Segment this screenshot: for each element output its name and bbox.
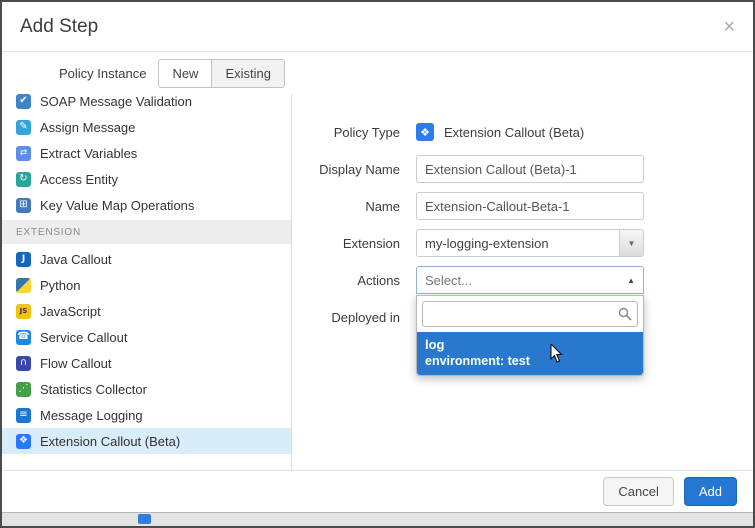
extension-section-header: EXTENSION — [2, 220, 291, 244]
extension-callout-beta-icon: ❖ — [416, 123, 434, 141]
list-item-extension-callout-beta[interactable]: ❖ Extension Callout (Beta) — [2, 428, 291, 454]
modal-footer: Cancel Add — [2, 470, 753, 512]
mouse-cursor-icon — [550, 344, 564, 364]
statistics-collector-icon: ⋰ — [16, 382, 31, 397]
policy-form-panel: Policy Type ❖ Extension Callout (Beta) D… — [292, 94, 753, 470]
background-page-strip — [2, 513, 753, 526]
actions-option-name: log — [425, 337, 635, 352]
policy-list: ✔ SOAP Message Validation ✎ Assign Messa… — [2, 94, 291, 454]
list-item-extract-variables[interactable]: ⇄ Extract Variables — [2, 140, 291, 166]
display-name-row: Display Name — [292, 155, 753, 183]
screenshot-frame: Add Step × Policy Instance New Existing … — [0, 0, 755, 528]
chevron-up-icon: ▲ — [627, 276, 635, 285]
list-item-label: Assign Message — [40, 120, 135, 135]
search-icon — [618, 307, 632, 321]
list-item-service-callout[interactable]: ☎ Service Callout — [2, 324, 291, 350]
list-item-label: JavaScript — [40, 304, 101, 319]
list-item-assign-message[interactable]: ✎ Assign Message — [2, 114, 291, 140]
list-item-java-callout[interactable]: J Java Callout — [2, 246, 291, 272]
list-item-statistics-collector[interactable]: ⋰ Statistics Collector — [2, 376, 291, 402]
list-item-flow-callout[interactable]: ∩ Flow Callout — [2, 350, 291, 376]
add-step-modal: Add Step × Policy Instance New Existing … — [2, 2, 753, 513]
message-logging-icon: ≡ — [16, 408, 31, 423]
policy-type-row: Policy Type ❖ Extension Callout (Beta) — [292, 118, 753, 146]
tab-new[interactable]: New — [159, 60, 211, 87]
list-item-label: Extract Variables — [40, 146, 137, 161]
name-row: Name — [292, 192, 753, 220]
actions-option-log[interactable]: log environment: test — [417, 332, 643, 375]
display-name-label: Display Name — [292, 162, 400, 177]
flow-callout-icon: ∩ — [16, 356, 31, 371]
extension-select-value: my-logging-extension — [417, 236, 619, 251]
extension-callout-icon: ❖ — [16, 434, 31, 449]
list-item-label: Flow Callout — [40, 356, 112, 371]
list-item-message-logging[interactable]: ≡ Message Logging — [2, 402, 291, 428]
list-item-access-entity[interactable]: ↻ Access Entity — [2, 166, 291, 192]
close-icon[interactable]: × — [723, 17, 735, 37]
extract-variables-icon: ⇄ — [16, 146, 31, 161]
list-item-label: Python — [40, 278, 80, 293]
list-item-python[interactable]: Python — [2, 272, 291, 298]
background-policy-icon — [138, 514, 151, 524]
actions-select[interactable]: Select... ▲ — [416, 266, 644, 294]
extension-row: Extension my-logging-extension ▼ — [292, 229, 753, 257]
policy-type-value-wrap: ❖ Extension Callout (Beta) — [416, 123, 584, 141]
service-callout-icon: ☎ — [16, 330, 31, 345]
list-item-label: Service Callout — [40, 330, 127, 345]
list-item-label: SOAP Message Validation — [40, 94, 192, 109]
actions-search-input[interactable] — [422, 301, 638, 327]
actions-dropdown: log environment: test — [416, 295, 644, 376]
java-callout-icon: J — [16, 252, 31, 267]
actions-option-detail: environment: test — [425, 354, 635, 368]
policy-list-panel: ✔ SOAP Message Validation ✎ Assign Messa… — [2, 94, 292, 470]
modal-body: ✔ SOAP Message Validation ✎ Assign Messa… — [2, 94, 753, 470]
list-item-label: Extension Callout (Beta) — [40, 434, 180, 449]
actions-label: Actions — [292, 273, 400, 288]
list-item-key-value-map-operations[interactable]: ⊞ Key Value Map Operations — [2, 192, 291, 218]
cancel-button[interactable]: Cancel — [603, 477, 673, 506]
name-label: Name — [292, 199, 400, 214]
policy-instance-toggle: New Existing — [158, 59, 285, 88]
actions-row: Actions Select... ▲ — [292, 266, 753, 294]
list-item-label: Message Logging — [40, 408, 143, 423]
list-item-label: Key Value Map Operations — [40, 198, 194, 213]
extension-label: Extension — [292, 236, 400, 251]
deployed-in-label: Deployed in — [292, 310, 400, 325]
display-name-input[interactable] — [416, 155, 644, 183]
list-item-javascript[interactable]: JS JavaScript — [2, 298, 291, 324]
modal-header: Add Step × — [2, 2, 753, 52]
tab-existing[interactable]: Existing — [211, 60, 284, 87]
assign-message-icon: ✎ — [16, 120, 31, 135]
policy-type-value: Extension Callout (Beta) — [444, 125, 584, 140]
add-button[interactable]: Add — [684, 477, 737, 506]
actions-select-placeholder: Select... — [425, 273, 472, 288]
page-title: Add Step — [20, 16, 98, 38]
actions-select-wrap: Select... ▲ — [416, 266, 644, 294]
policy-instance-label: Policy Instance — [59, 66, 146, 81]
list-item-soap-message-validation[interactable]: ✔ SOAP Message Validation — [2, 94, 291, 114]
soap-message-validation-icon: ✔ — [16, 94, 31, 109]
javascript-icon: JS — [16, 304, 31, 319]
policy-type-label: Policy Type — [292, 125, 400, 140]
name-input[interactable] — [416, 192, 644, 220]
python-icon — [16, 278, 31, 293]
extension-select[interactable]: my-logging-extension ▼ — [416, 229, 644, 257]
policy-instance-row: Policy Instance New Existing — [2, 52, 753, 94]
actions-search-box — [422, 301, 638, 327]
key-value-map-operations-icon: ⊞ — [16, 198, 31, 213]
list-item-label: Access Entity — [40, 172, 118, 187]
list-item-label: Statistics Collector — [40, 382, 147, 397]
access-entity-icon: ↻ — [16, 172, 31, 187]
list-item-label: Java Callout — [40, 252, 112, 267]
chevron-down-icon[interactable]: ▼ — [619, 230, 643, 256]
